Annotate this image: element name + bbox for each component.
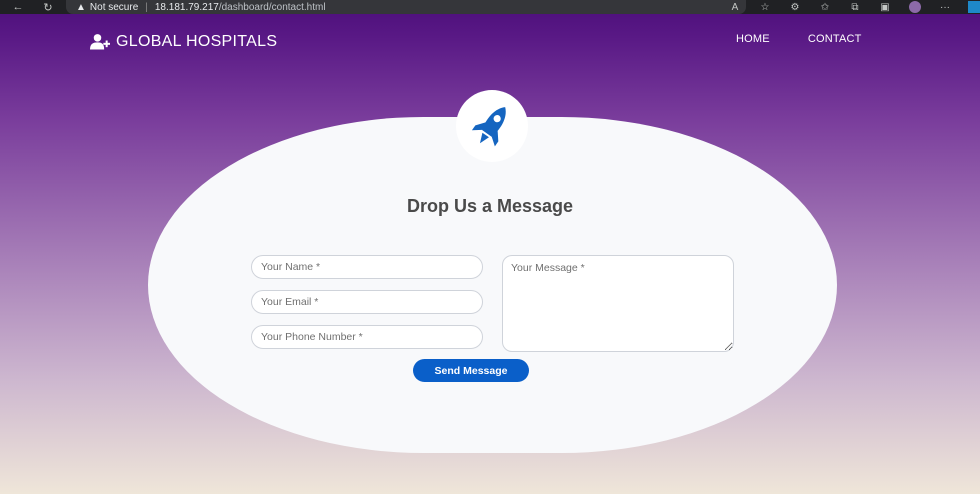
- name-field[interactable]: [251, 255, 483, 279]
- profile-icon[interactable]: ▣: [870, 2, 900, 13]
- warning-icon: ▲: [76, 1, 86, 13]
- address-separator: |: [145, 1, 148, 13]
- rocket-icon: [471, 107, 506, 147]
- browser-toolbar: ← ↻ ▲ Not secure | 18.181.79.217/dashboa…: [0, 0, 980, 14]
- url-path: /dashboard/contact.html: [218, 1, 326, 13]
- phone-field[interactable]: [251, 325, 483, 349]
- form-title: Drop Us a Message: [406, 196, 574, 216]
- extensions-icon[interactable]: ⚙: [780, 2, 810, 13]
- read-aloud-icon[interactable]: A: [720, 2, 750, 13]
- brand-name: GLOBAL HOSPITALS: [116, 33, 278, 50]
- site-brand[interactable]: GLOBAL HOSPITALS: [90, 33, 277, 51]
- rocket-badge: [456, 90, 528, 162]
- avatar[interactable]: [909, 1, 921, 13]
- message-textarea[interactable]: [502, 255, 734, 352]
- url-text[interactable]: 18.181.79.217/dashboard/contact.html: [155, 2, 326, 13]
- url-host: 18.181.79.217: [154, 1, 219, 13]
- browser-actions: A ☆ ⚙ ✩ ⧉ ▣ ···: [720, 0, 980, 14]
- address-bar[interactable]: ▲ Not secure | 18.181.79.217/dashboard/c…: [66, 0, 746, 14]
- nav-home-link[interactable]: HOME: [736, 33, 770, 45]
- send-message-button[interactable]: Send Message: [413, 359, 529, 382]
- collections-icon[interactable]: ⧉: [840, 2, 870, 13]
- nav-contact-link[interactable]: CONTACT: [808, 33, 862, 45]
- security-label[interactable]: Not secure: [90, 2, 138, 13]
- favorite-icon[interactable]: ☆: [750, 2, 780, 13]
- edge-sidebar-icon[interactable]: [968, 1, 980, 13]
- email-field[interactable]: [251, 290, 483, 314]
- favorites-icon[interactable]: ✩: [810, 2, 840, 13]
- reload-icon[interactable]: ↻: [40, 0, 56, 14]
- main-nav: HOME CONTACT: [736, 33, 862, 45]
- back-icon[interactable]: ←: [10, 0, 26, 14]
- user-plus-icon: [90, 34, 110, 50]
- more-icon[interactable]: ···: [930, 2, 960, 13]
